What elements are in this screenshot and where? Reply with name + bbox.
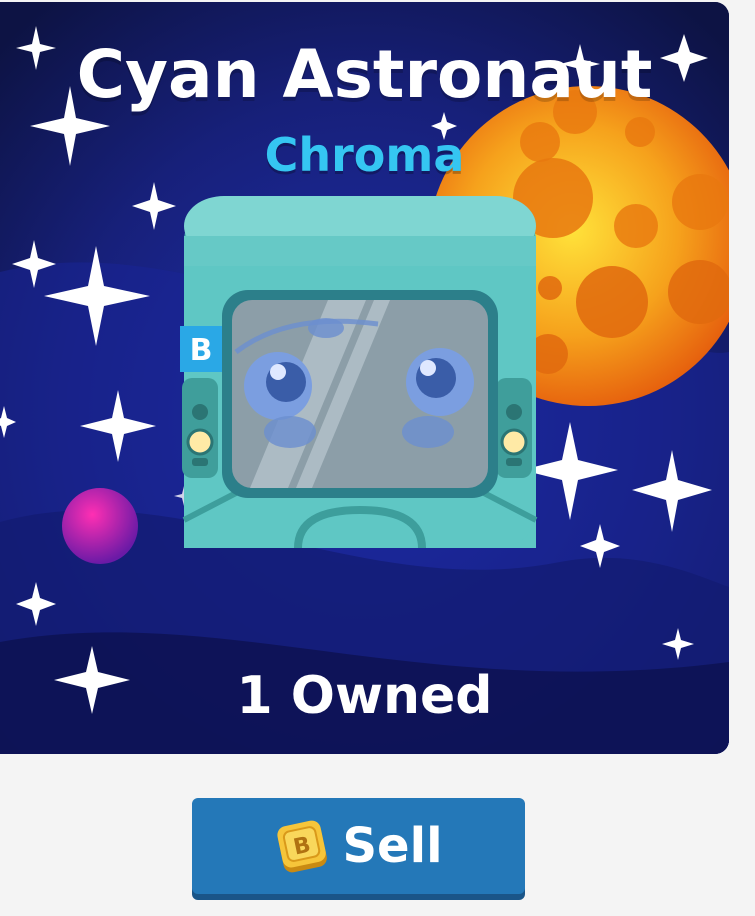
item-card: Cyan Astronaut Chroma B 1 Owned	[0, 2, 729, 754]
blook-badge-letter: B	[190, 333, 213, 368]
item-name-title: Cyan Astronaut	[76, 36, 653, 113]
rarity-label: Chroma	[264, 128, 465, 182]
cyan-astronaut-blook: B	[180, 196, 538, 549]
token-coin-icon: B	[277, 820, 328, 873]
owned-count: 1 Owned	[236, 666, 493, 726]
pink-planet-icon	[62, 488, 138, 564]
sell-button[interactable]: B Sell	[192, 798, 525, 894]
sell-button-label: Sell	[342, 818, 443, 874]
